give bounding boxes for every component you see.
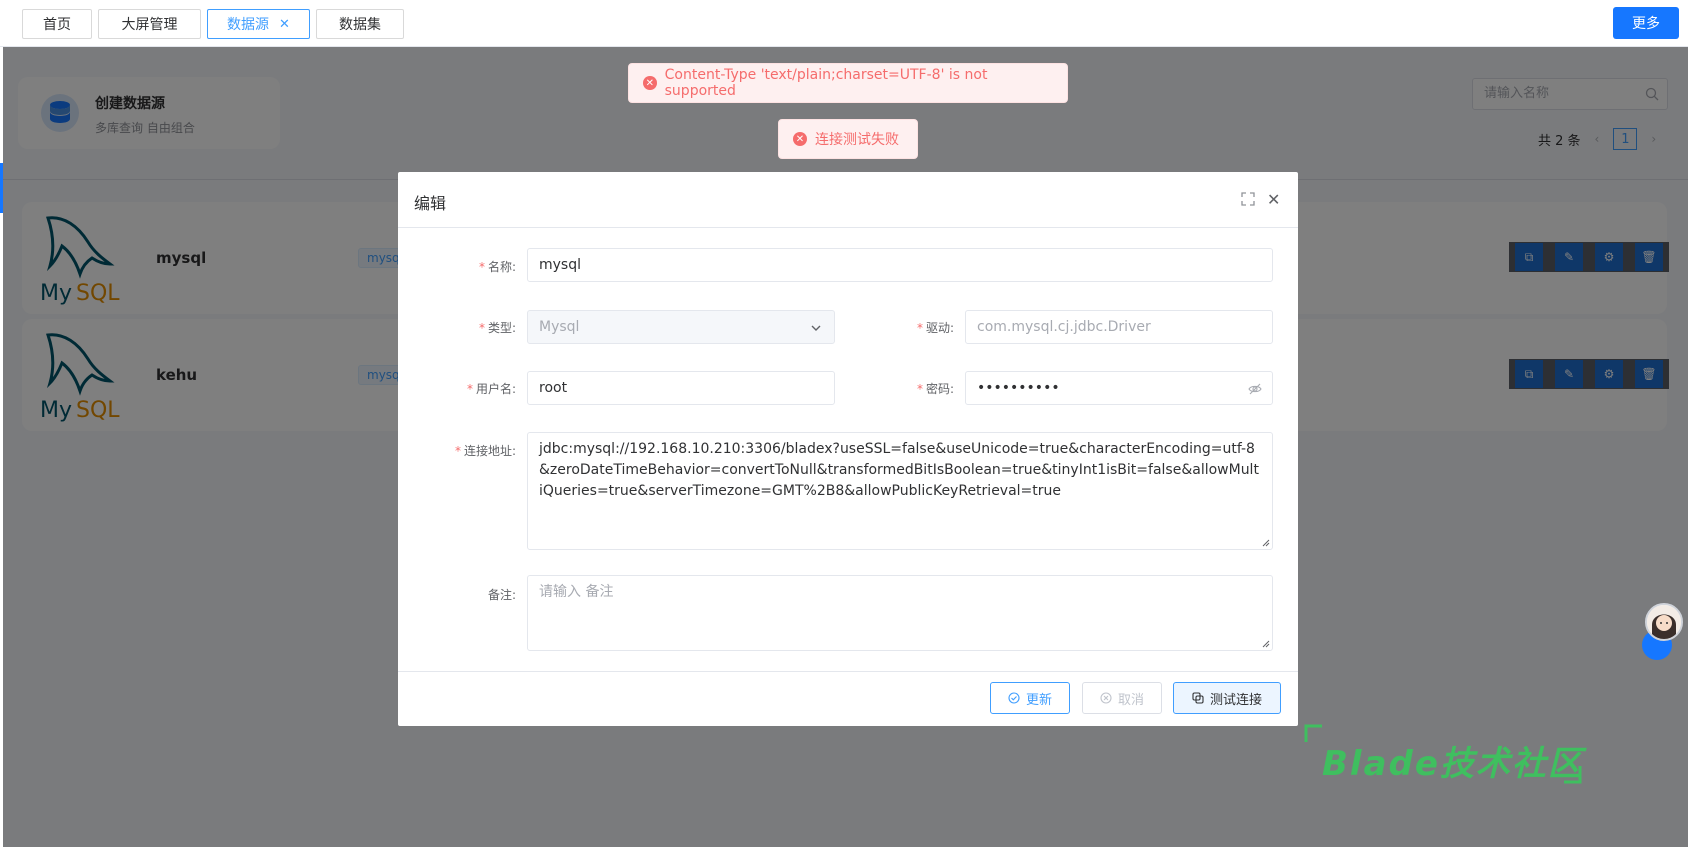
dialog-header: 编辑 ✕ <box>398 172 1298 228</box>
name-input[interactable]: mysql <box>527 248 1273 282</box>
remark-textarea[interactable]: 请输入 备注 <box>527 575 1273 651</box>
avatar[interactable] <box>1645 603 1683 641</box>
url-label: * 连接地址: <box>454 444 516 458</box>
tab-label: 首页 <box>43 17 71 33</box>
edit-dialog: 编辑 ✕ * 名称: mysql * 类型: Mysql * 驱动: com.mysq… <box>398 172 1298 726</box>
close-icon[interactable]: ✕ <box>1267 190 1280 209</box>
error-toast: ✕ Content-Type 'text/plain;charset=UTF-8… <box>628 63 1068 103</box>
password-label: * 密码: <box>916 382 954 396</box>
type-value: Mysql <box>539 319 580 335</box>
driver-input[interactable]: com.mysql.cj.jdbc.Driver <box>965 310 1273 344</box>
type-label: * 类型: <box>478 321 516 335</box>
error-toast: ✕ 连接测试失败 <box>778 119 918 159</box>
error-icon: ✕ <box>793 132 807 146</box>
toast-message: 连接测试失败 <box>815 132 899 148</box>
test-connection-button[interactable]: 测试连接 <box>1173 682 1281 714</box>
remark-placeholder: 请输入 备注 <box>539 584 614 600</box>
name-label: * 名称: <box>478 260 516 274</box>
resize-handle-icon[interactable] <box>1262 539 1270 547</box>
tab-label: 大屏管理 <box>121 17 178 33</box>
check-circle-icon <box>1008 692 1020 704</box>
resize-handle-icon[interactable] <box>1262 640 1270 648</box>
tab-label: 数据源 <box>227 17 270 33</box>
cancel-label: 取消 <box>1117 692 1144 708</box>
dialog-footer: 更新 取消 测试连接 <box>398 671 1298 726</box>
test-connection-label: 测试连接 <box>1209 692 1262 708</box>
url-value: jdbc:mysql://192.168.10.210:3306/bladex?… <box>539 441 1259 499</box>
tab-datasource[interactable]: 数据源 ✕ <box>207 9 310 39</box>
cancel-button[interactable]: 取消 <box>1082 682 1162 714</box>
tab-label: 数据集 <box>339 17 381 33</box>
dialog-title: 编辑 <box>414 194 447 213</box>
error-icon: ✕ <box>643 76 657 90</box>
avatar-icon <box>1647 605 1681 639</box>
more-button[interactable]: 更多 <box>1613 7 1679 39</box>
toast-message: Content-Type 'text/plain;charset=UTF-8' … <box>664 67 988 99</box>
tab-home[interactable]: 首页 <box>22 9 92 39</box>
type-select[interactable]: Mysql <box>527 310 835 344</box>
eye-hidden-icon[interactable] <box>1248 382 1262 396</box>
tab-bar: 首页 大屏管理 数据源 ✕ 数据集 更多 <box>0 0 1688 47</box>
url-textarea[interactable]: jdbc:mysql://192.168.10.210:3306/bladex?… <box>527 432 1273 550</box>
update-label: 更新 <box>1025 692 1052 708</box>
tab-screen-management[interactable]: 大屏管理 <box>98 9 201 39</box>
password-input[interactable]: •••••••••• <box>965 371 1273 405</box>
remark-label: 备注: <box>487 588 516 602</box>
password-value: •••••••••• <box>977 380 1060 396</box>
watermark-text: Blade技术社区 <box>1322 744 1584 784</box>
close-circle-icon <box>1100 692 1112 704</box>
driver-label: * 驱动: <box>916 321 954 335</box>
tab-dataset[interactable]: 数据集 <box>316 9 404 39</box>
update-button[interactable]: 更新 <box>990 682 1070 714</box>
chevron-down-icon <box>811 325 821 331</box>
username-input[interactable]: root <box>527 371 835 405</box>
fullscreen-icon[interactable] <box>1241 192 1255 206</box>
username-label: * 用户名: <box>466 382 516 396</box>
watermark: Blade技术社区 <box>1302 722 1602 786</box>
link-icon <box>1192 692 1204 704</box>
close-icon[interactable]: ✕ <box>279 17 290 32</box>
